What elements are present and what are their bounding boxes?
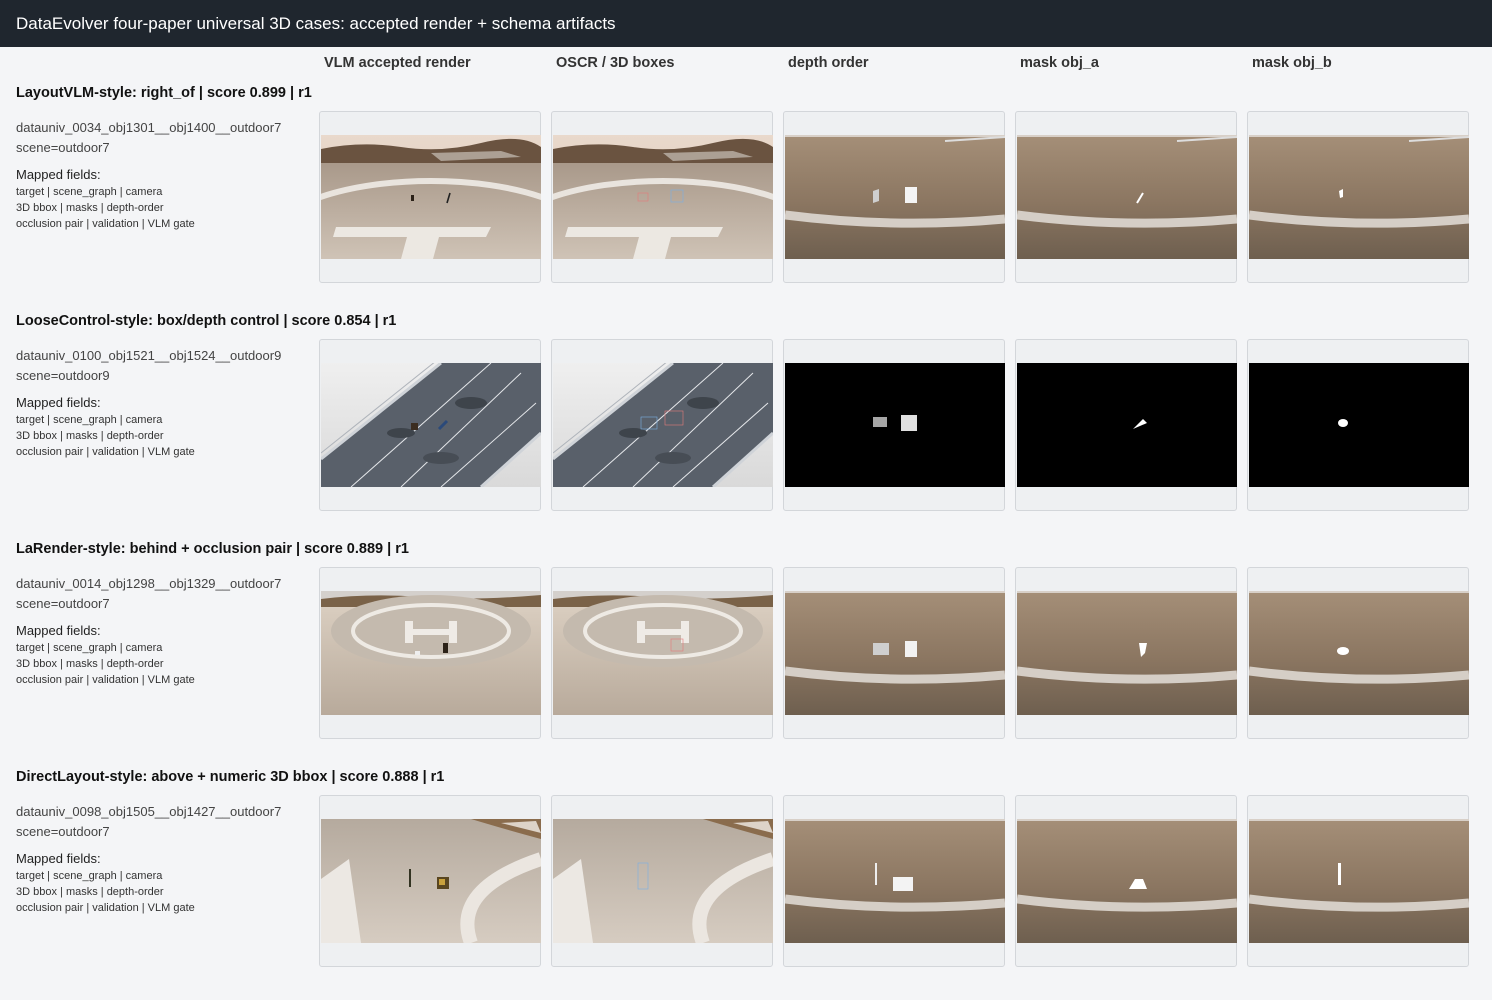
column-header-vlm-render: VLM accepted render [324, 55, 471, 71]
oscr-boxes-image [553, 819, 773, 943]
mask-obj-b-image [1249, 591, 1469, 715]
case-id: datauniv_0098_obj1505__obj1427__outdoor7 [16, 804, 282, 819]
artifact-cell [1247, 795, 1469, 967]
mapped-fields-line: target | scene_graph | camera [16, 870, 163, 882]
artifact-cell [319, 111, 541, 283]
depth-order-image [785, 363, 1005, 487]
mask-obj-b-image [1249, 135, 1469, 259]
mask-obj-b-image [1249, 819, 1469, 943]
column-header-mask-obj-a: mask obj_a [1020, 55, 1099, 71]
artifact-cell [551, 795, 773, 967]
mapped-fields-label: Mapped fields: [16, 167, 101, 182]
artifact-cell [1015, 795, 1237, 967]
case-id: datauniv_0014_obj1298__obj1329__outdoor7 [16, 576, 282, 591]
artifact-cell [1247, 111, 1469, 283]
depth-order-image [785, 819, 1005, 943]
artifact-cell [319, 339, 541, 511]
column-header-mask-obj-b: mask obj_b [1252, 55, 1332, 71]
case-meta: datauniv_0034_obj1301__obj1400__outdoor7… [16, 118, 306, 232]
vlm-render-image [321, 819, 541, 943]
mapped-fields-line: 3D bbox | masks | depth-order [16, 658, 164, 670]
case-meta: datauniv_0014_obj1298__obj1329__outdoor7… [16, 574, 306, 688]
mapped-fields-label: Mapped fields: [16, 851, 101, 866]
vlm-render-image [321, 363, 541, 487]
mapped-fields-line: 3D bbox | masks | depth-order [16, 202, 164, 214]
case-title: LayoutVLM-style: right_of | score 0.899 … [16, 85, 312, 101]
artifact-cell [783, 111, 1005, 283]
case-meta: datauniv_0100_obj1521__obj1524__outdoor9… [16, 346, 306, 460]
mask-obj-a-image [1017, 591, 1237, 715]
case-scene: scene=outdoor7 [16, 140, 110, 155]
depth-order-image [785, 591, 1005, 715]
mapped-fields-line: occlusion pair | validation | VLM gate [16, 674, 195, 686]
case-id: datauniv_0034_obj1301__obj1400__outdoor7 [16, 120, 282, 135]
vlm-render-image [321, 135, 541, 259]
artifact-cell [1015, 339, 1237, 511]
case-title: LooseControl-style: box/depth control | … [16, 313, 397, 329]
oscr-boxes-image [553, 591, 773, 715]
case-title: LaRender-style: behind + occlusion pair … [16, 541, 409, 557]
mask-obj-a-image [1017, 819, 1237, 943]
case-scene: scene=outdoor7 [16, 824, 110, 839]
case-scene: scene=outdoor9 [16, 368, 110, 383]
oscr-boxes-image [553, 363, 773, 487]
mapped-fields-label: Mapped fields: [16, 395, 101, 410]
mapped-fields-line: 3D bbox | masks | depth-order [16, 886, 164, 898]
case-meta: datauniv_0098_obj1505__obj1427__outdoor7… [16, 802, 306, 916]
mapped-fields-line: occlusion pair | validation | VLM gate [16, 446, 195, 458]
window-title-bar: DataEvolver four-paper universal 3D case… [0, 0, 1492, 47]
mapped-fields-line: target | scene_graph | camera [16, 414, 163, 426]
mask-obj-b-image [1249, 363, 1469, 487]
artifact-cell [319, 567, 541, 739]
column-header-oscr-boxes: OSCR / 3D boxes [556, 55, 675, 71]
artifact-cell [1015, 111, 1237, 283]
artifact-cell [783, 567, 1005, 739]
depth-order-image [785, 135, 1005, 259]
artifact-cell [1247, 339, 1469, 511]
column-header-depth-order: depth order [788, 55, 869, 71]
artifact-cell [319, 795, 541, 967]
artifact-cell [551, 567, 773, 739]
case-id: datauniv_0100_obj1521__obj1524__outdoor9 [16, 348, 282, 363]
mask-obj-a-image [1017, 363, 1237, 487]
oscr-boxes-image [553, 135, 773, 259]
artifact-cell [551, 339, 773, 511]
mapped-fields-line: target | scene_graph | camera [16, 186, 163, 198]
case-scene: scene=outdoor7 [16, 596, 110, 611]
artifact-cell [783, 795, 1005, 967]
mapped-fields-line: 3D bbox | masks | depth-order [16, 430, 164, 442]
artifact-cell [1247, 567, 1469, 739]
artifact-cell [551, 111, 773, 283]
mapped-fields-line: target | scene_graph | camera [16, 642, 163, 654]
mask-obj-a-image [1017, 135, 1237, 259]
page-title: DataEvolver four-paper universal 3D case… [16, 14, 616, 33]
case-title: DirectLayout-style: above + numeric 3D b… [16, 769, 445, 785]
mapped-fields-line: occlusion pair | validation | VLM gate [16, 902, 195, 914]
vlm-render-image [321, 591, 541, 715]
artifact-cell [783, 339, 1005, 511]
mapped-fields-label: Mapped fields: [16, 623, 101, 638]
mapped-fields-line: occlusion pair | validation | VLM gate [16, 218, 195, 230]
artifact-cell [1015, 567, 1237, 739]
